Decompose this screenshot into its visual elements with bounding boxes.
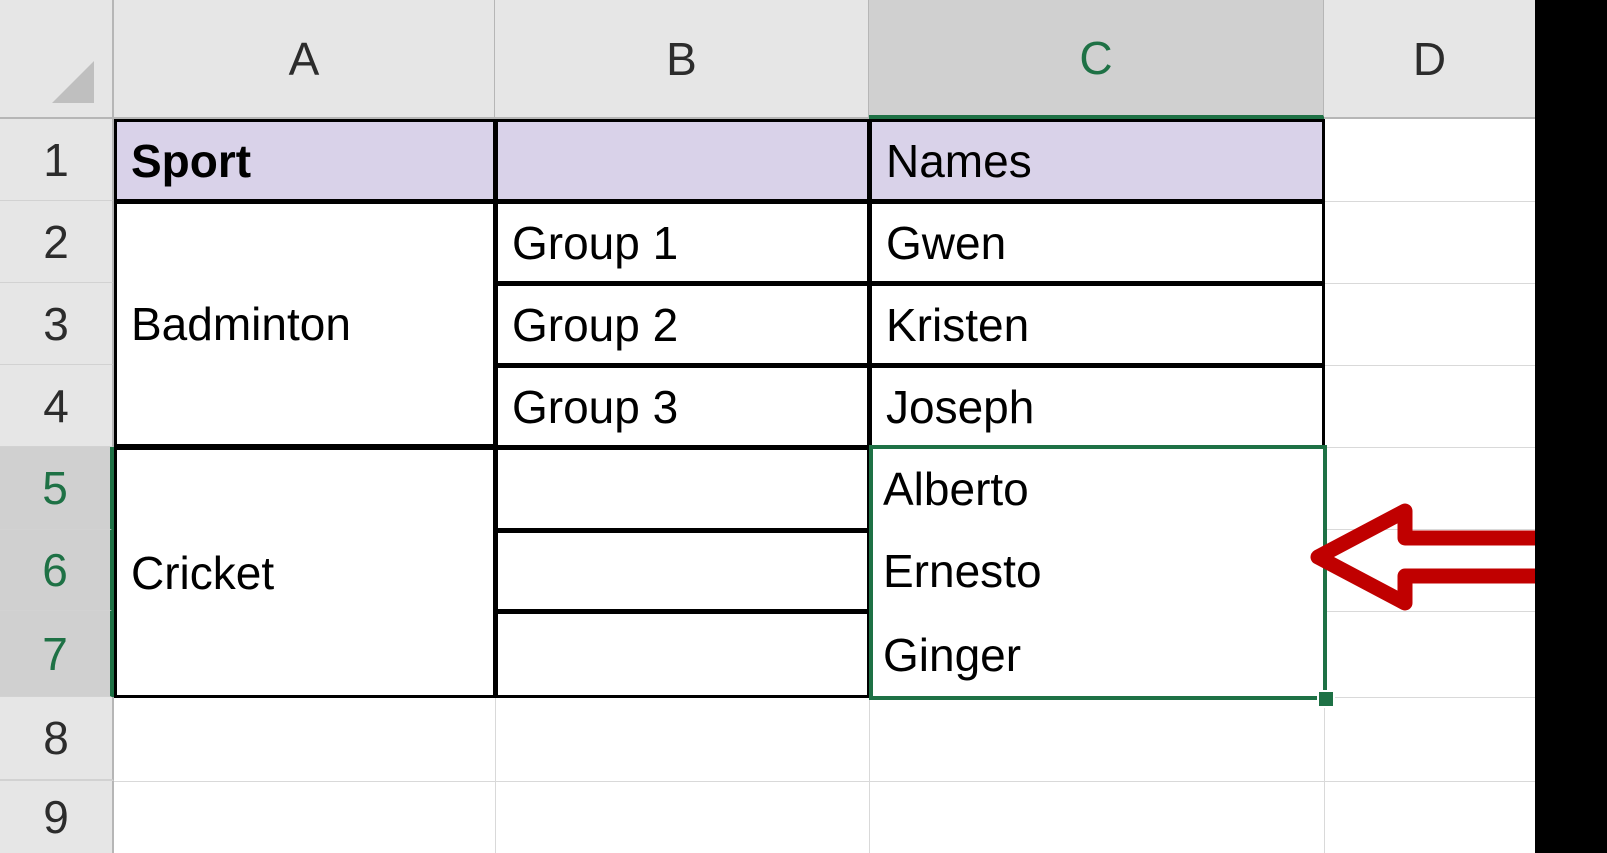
cell-a1[interactable]: Sport — [114, 119, 496, 202]
row-header-8[interactable]: 8 — [0, 697, 114, 781]
column-header-b[interactable]: B — [495, 0, 870, 119]
cell-c4[interactable]: Joseph — [869, 365, 1325, 448]
row-header-5[interactable]: 5 — [0, 447, 114, 531]
cell-b2[interactable]: Group 1 — [495, 201, 870, 284]
right-black-margin — [1535, 0, 1607, 853]
cell-c5[interactable]: Alberto — [869, 447, 1325, 531]
row-header-6[interactable]: 6 — [0, 530, 114, 612]
left-arrow-annotation-icon — [1310, 503, 1535, 611]
row-header-7[interactable]: 7 — [0, 611, 114, 698]
column-header-a[interactable]: A — [114, 0, 496, 119]
row-header-2[interactable]: 2 — [0, 201, 114, 284]
cell-c3[interactable]: Kristen — [869, 283, 1325, 366]
row-header-9[interactable]: 9 — [0, 781, 114, 853]
cell-b5[interactable] — [495, 447, 870, 531]
spreadsheet-screenshot: Sport Names Badminton Group 1 Group 2 Gr… — [0, 0, 1607, 853]
select-all-corner-triangle-icon — [52, 61, 94, 103]
row-header-3[interactable]: 3 — [0, 283, 114, 366]
cell-c7[interactable]: Ginger — [869, 611, 1325, 698]
select-all-button[interactable] — [0, 0, 114, 119]
gridline — [114, 781, 1535, 782]
cell-c6[interactable]: Ernesto — [869, 530, 1325, 612]
column-header-d[interactable]: D — [1324, 0, 1535, 119]
row-header-1[interactable]: 1 — [0, 119, 114, 202]
cell-b1[interactable] — [495, 119, 870, 202]
cell-b7[interactable] — [495, 611, 870, 698]
cell-a2-merged-badminton[interactable]: Badminton — [114, 201, 496, 447]
column-header-c[interactable]: C — [869, 0, 1325, 119]
cell-c2[interactable]: Gwen — [869, 201, 1325, 284]
worksheet-grid[interactable]: Sport Names Badminton Group 1 Group 2 Gr… — [0, 0, 1535, 853]
cell-b4[interactable]: Group 3 — [495, 365, 870, 448]
cell-c1[interactable]: Names — [869, 119, 1325, 202]
fill-handle[interactable] — [1317, 690, 1335, 708]
cell-b6[interactable] — [495, 530, 870, 612]
cell-a5-merged-cricket[interactable]: Cricket — [114, 447, 496, 698]
cell-b3[interactable]: Group 2 — [495, 283, 870, 366]
row-header-4[interactable]: 4 — [0, 365, 114, 448]
